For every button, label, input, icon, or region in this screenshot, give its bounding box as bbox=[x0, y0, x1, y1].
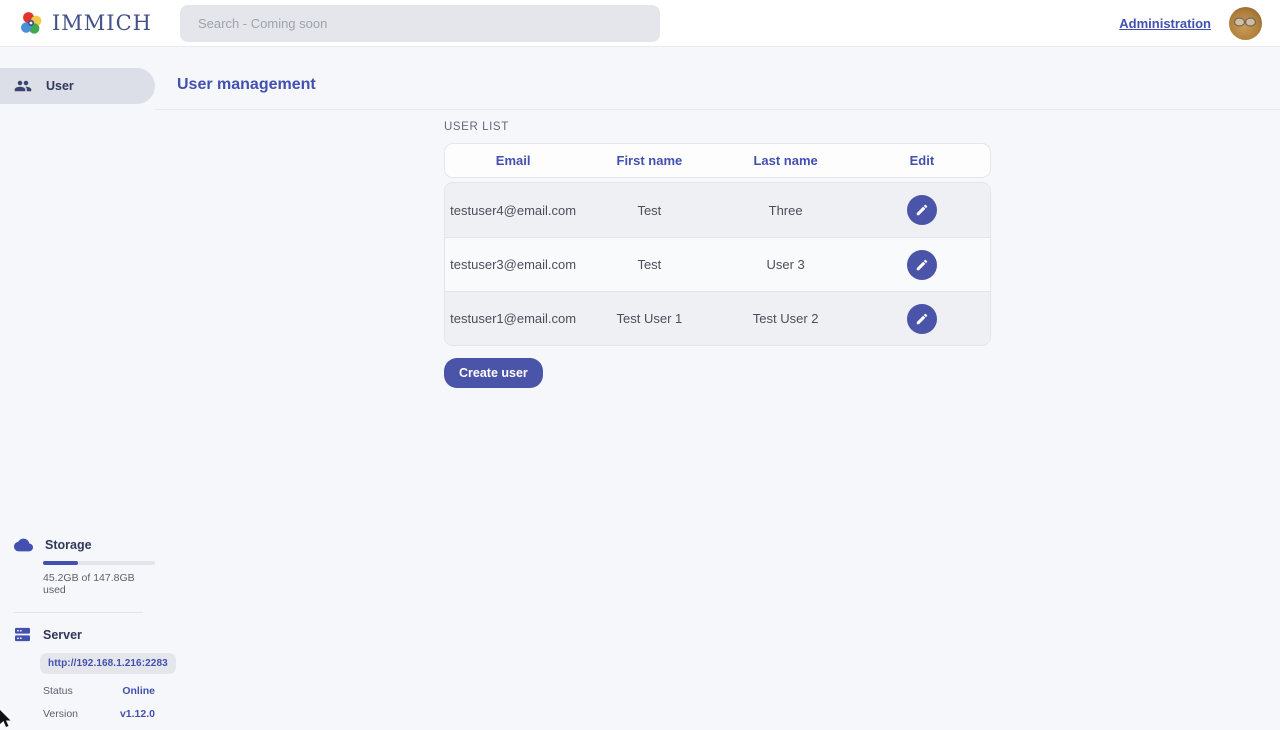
version-label: Version bbox=[43, 708, 78, 720]
storage-usage-text: 45.2GB of 147.8GB used bbox=[43, 572, 155, 596]
main-content: User management USER LIST Email First na… bbox=[155, 47, 1280, 730]
glasses-icon bbox=[1233, 16, 1258, 28]
server-version-row: Version v1.12.0 bbox=[43, 697, 155, 720]
cell-first-name: Test User 1 bbox=[581, 311, 717, 326]
cell-email: testuser4@email.com bbox=[445, 203, 581, 218]
server-title: Server bbox=[43, 628, 82, 642]
app-logo[interactable]: IMMICH bbox=[18, 10, 178, 36]
mouse-cursor bbox=[0, 710, 16, 728]
app-name: IMMICH bbox=[52, 11, 152, 35]
column-header-email: Email bbox=[445, 153, 581, 168]
pencil-icon bbox=[915, 258, 929, 272]
sidebar-item-label: User bbox=[46, 79, 74, 93]
user-avatar[interactable] bbox=[1229, 7, 1262, 40]
storage-section: Storage 45.2GB of 147.8GB used bbox=[0, 538, 155, 596]
cell-last-name: Three bbox=[718, 203, 854, 218]
storage-title: Storage bbox=[45, 538, 92, 552]
cell-last-name: User 3 bbox=[718, 257, 854, 272]
column-header-last-name: Last name bbox=[718, 153, 854, 168]
table-row: testuser3@email.com Test User 3 bbox=[445, 237, 990, 291]
edit-user-button[interactable] bbox=[907, 195, 937, 225]
pencil-icon bbox=[915, 312, 929, 326]
user-list-label: USER LIST bbox=[444, 121, 991, 133]
user-table: testuser4@email.com Test Three testuser3… bbox=[444, 182, 991, 346]
cell-first-name: Test bbox=[581, 257, 717, 272]
cell-last-name: Test User 2 bbox=[718, 311, 854, 326]
table-row: testuser1@email.com Test User 1 Test Use… bbox=[445, 291, 990, 345]
status-value: Online bbox=[122, 685, 155, 697]
create-user-button[interactable]: Create user bbox=[444, 358, 543, 388]
edit-user-button[interactable] bbox=[907, 250, 937, 280]
storage-progress-track bbox=[43, 561, 155, 565]
users-icon bbox=[14, 77, 32, 95]
page-title: User management bbox=[177, 76, 1280, 94]
edit-user-button[interactable] bbox=[907, 304, 937, 334]
sidebar-divider bbox=[14, 612, 143, 613]
cell-email: testuser1@email.com bbox=[445, 311, 581, 326]
search-input[interactable] bbox=[180, 5, 660, 42]
administration-link[interactable]: Administration bbox=[1119, 16, 1211, 31]
version-value: v1.12.0 bbox=[120, 708, 155, 720]
cell-email: testuser3@email.com bbox=[445, 257, 581, 272]
column-header-first-name: First name bbox=[581, 153, 717, 168]
pencil-icon bbox=[915, 203, 929, 217]
immich-flower-icon bbox=[18, 10, 44, 36]
server-icon bbox=[14, 627, 31, 642]
table-row: testuser4@email.com Test Three bbox=[445, 183, 990, 237]
top-bar: IMMICH Administration bbox=[0, 0, 1280, 47]
cloud-icon bbox=[14, 538, 33, 552]
server-status-row: Status Online bbox=[43, 674, 155, 697]
cell-first-name: Test bbox=[581, 203, 717, 218]
storage-progress-fill bbox=[43, 561, 78, 565]
server-section: Server http://192.168.1.216:2283 Status … bbox=[0, 627, 155, 720]
sidebar: User Storage 45.2GB of 147.8GB used bbox=[0, 47, 155, 730]
column-header-edit: Edit bbox=[854, 153, 990, 168]
sidebar-item-user[interactable]: User bbox=[0, 68, 155, 104]
table-header-row: Email First name Last name Edit bbox=[444, 143, 991, 178]
status-label: Status bbox=[43, 685, 73, 697]
title-divider bbox=[155, 109, 1280, 110]
